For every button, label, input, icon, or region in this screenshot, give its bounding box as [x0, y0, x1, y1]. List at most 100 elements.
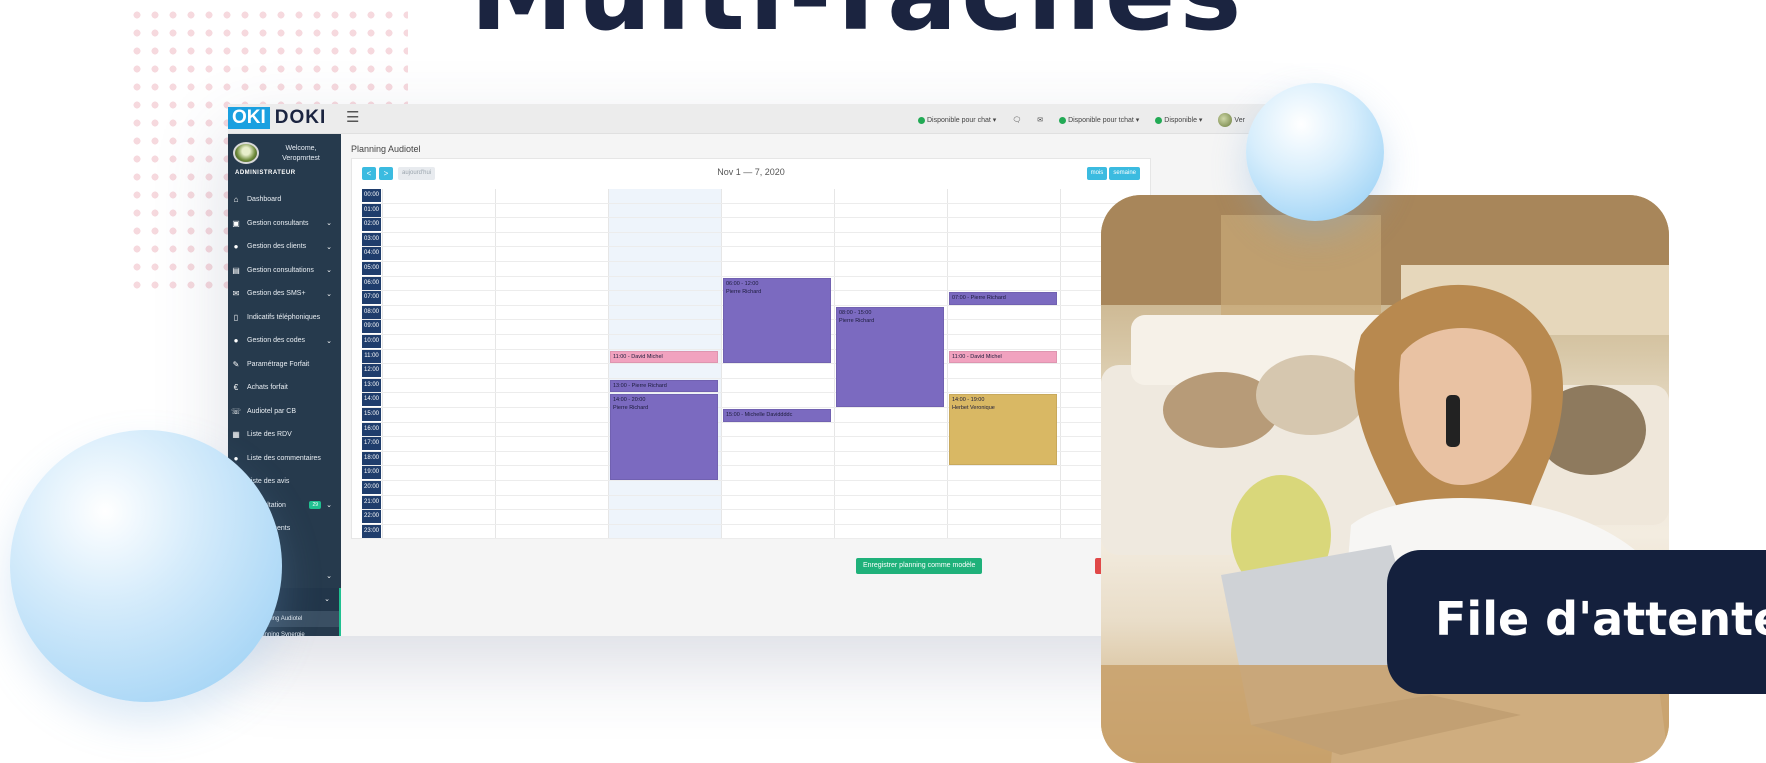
main-status-label: Disponible — [1164, 117, 1197, 124]
hour-row: 20:00 — [362, 481, 1142, 496]
calendar-event[interactable]: 08:00 - 15:00 Pierre Richard — [836, 306, 944, 407]
sidebar-item-gestion-des-clients[interactable]: ● Gestion des clients ⌄ — [228, 235, 341, 259]
logo: OKI DOKI — [228, 107, 326, 129]
online-dot-icon — [1155, 116, 1163, 124]
queue-badge-label: File d'attente — [1435, 592, 1766, 646]
hour-label: 07:00 — [362, 291, 381, 305]
event-consultant: Herbet Veronique — [952, 405, 995, 412]
hour-row: 00:00 — [362, 189, 1142, 204]
hour-label: 06:00 — [362, 276, 381, 290]
hour-label: 11:00 — [362, 349, 381, 363]
view-switcher: mois semaine — [1086, 167, 1140, 180]
user-role: ADMINISTRATEUR — [235, 170, 296, 176]
event-time: 14:00 - 20:00 — [613, 397, 646, 404]
calendar-panel: < > aujourd'hui Nov 1 — 7, 2020 mois sem… — [351, 158, 1151, 540]
calendar-event[interactable]: 14:00 - 19:00 Herbet Veronique — [949, 394, 1057, 466]
calendar-event[interactable]: 14:00 - 20:00 Pierre Richard — [610, 394, 718, 480]
hour-label: 08:00 — [362, 305, 381, 319]
sidebar-item-dashboard[interactable]: ⌂ Dashboard — [228, 188, 341, 212]
sidebar-item-label: Dashboard — [247, 196, 282, 204]
chevron-down-icon: ⌄ — [324, 596, 330, 604]
chat-status-label: Disponible pour chat — [927, 117, 991, 124]
chevron-down-icon: ⌄ — [326, 267, 332, 275]
sidebar-item-label: Gestion des clients — [247, 243, 307, 251]
queue-badge: File d'attente — [1387, 550, 1766, 694]
main-status-dropdown[interactable]: Disponible ▾ — [1155, 116, 1202, 124]
sidebar-item-label: Indicatifs téléphoniques — [247, 313, 321, 321]
chevron-down-icon: ⌄ — [326, 220, 332, 228]
calendar-icon: ▦ — [232, 430, 240, 440]
envelope-icon: ✉ — [232, 289, 240, 299]
event-time: 14:00 - 19:00 — [952, 397, 985, 404]
sidebar-item-gestion-des-codes[interactable]: ● Gestion des codes ⌄ — [228, 329, 341, 353]
event-time: 13:00 - Pierre Richard — [613, 382, 667, 389]
user-menu[interactable]: Ver — [1218, 113, 1245, 127]
sidebar-item-indicatifs-t-l-phoniques[interactable]: ▯ Indicatifs téléphoniques — [228, 306, 341, 330]
calendar-grid: 00:00 01:00 02:00 03:00 04:00 05:00 06:00 07:00… — [362, 189, 1142, 540]
hour-label: 00:00 — [362, 189, 381, 202]
home-icon: ⌂ — [233, 195, 239, 205]
date-range-title: Nov 1 — 7, 2020 — [717, 167, 785, 177]
online-dot-icon — [918, 116, 925, 124]
hour-label: 19:00 — [362, 466, 381, 480]
sidebar-item-label: Liste des commentaires — [247, 454, 321, 462]
hour-label: 15:00 — [362, 408, 381, 421]
sidebar-item-param-trage-forfait[interactable]: ✎ Paramétrage Forfait — [228, 353, 341, 377]
hour-label: 21:00 — [362, 495, 381, 509]
hour-label: 05:00 — [362, 262, 381, 275]
calendar-event[interactable]: 11:00 - David Michel — [949, 350, 1057, 364]
chevron-down-icon: ⌄ — [326, 572, 332, 580]
sidebar-item-achats-forfait[interactable]: € Achats forfait — [228, 376, 341, 400]
calendar-event[interactable]: 07:00 - Pierre Richard — [949, 292, 1057, 305]
week-view-button[interactable]: semaine — [1109, 167, 1140, 180]
sidebar-item-label: Achats forfait — [247, 384, 288, 392]
wrench-icon: ✎ — [232, 359, 240, 369]
month-view-button[interactable]: mois — [1086, 167, 1108, 180]
chat-status-dropdown[interactable]: Disponible pour chat ▾ — [918, 116, 996, 124]
welcome-text: Welcome, Veropmrtest — [271, 144, 331, 164]
sidebar-item-label: Gestion des codes — [247, 337, 305, 345]
sidebar-item-audiotel-par-cb[interactable]: ☏ Audiotel par CB — [228, 400, 341, 424]
briefcase-icon: ▣ — [232, 218, 240, 228]
calendar-event[interactable]: 15:00 - Michelle Daviddddc — [723, 409, 831, 422]
hamburger-menu-icon[interactable]: ☰ — [346, 108, 359, 126]
hour-row: 01:00 — [362, 203, 1142, 219]
sidebar-item-liste-des-rdv[interactable]: ▦ Liste des RDV — [228, 423, 341, 447]
hour-row: 05:00 — [362, 262, 1142, 277]
hour-row: 02:00 — [362, 218, 1142, 233]
event-time: 11:00 - David Michel — [613, 353, 663, 360]
hour-label: 18:00 — [362, 451, 381, 465]
chevron-down-icon: ⌄ — [326, 337, 332, 345]
sidebar-item-gestion-consultants[interactable]: ▣ Gestion consultants ⌄ — [228, 212, 341, 236]
hour-row: 12:00 — [362, 364, 1142, 379]
calendar-event[interactable]: 06:00 - 12:00 Pierre Richard — [723, 277, 831, 364]
tchat-status-label: Disponible pour tchat — [1068, 117, 1134, 124]
phone-icon: ▯ — [233, 312, 239, 322]
save-as-template-button[interactable]: Enregistrer planning comme modèle — [856, 558, 983, 574]
page-title: Planning Audiotel — [351, 144, 421, 154]
calendar-event[interactable]: 11:00 - David Michel — [610, 350, 718, 364]
calendar-event[interactable]: 13:00 - Pierre Richard — [610, 379, 718, 393]
hour-label: 01:00 — [362, 203, 381, 217]
chevron-down-icon: ⌄ — [326, 502, 332, 510]
sidebar-item-label: Gestion consultants — [247, 219, 309, 227]
decorative-bubble — [1246, 83, 1384, 221]
sidebar-item-gestion-des-sms-[interactable]: ✉ Gestion des SMS+ ⌄ — [228, 282, 341, 306]
comments-icon[interactable]: 🗨 — [1012, 116, 1021, 124]
phone-square-icon: ☏ — [231, 406, 242, 416]
event-time: 06:00 - 12:00 — [726, 280, 759, 287]
user-icon: ● — [233, 242, 239, 252]
event-consultant: Pierre Richard — [839, 317, 875, 324]
hour-label: 23:00 — [362, 524, 381, 538]
sidebar-item-liste-des-commentaires[interactable]: ● Liste des commentaires — [228, 447, 341, 471]
document-icon: ▤ — [232, 265, 240, 275]
chevron-down-icon: ⌄ — [326, 290, 332, 298]
tchat-status-dropdown[interactable]: Disponible pour tchat ▾ — [1059, 116, 1139, 124]
mail-icon[interactable]: ✉ — [1037, 116, 1043, 124]
hour-label: 14:00 — [362, 393, 381, 407]
sidebar-item-gestion-consultations[interactable]: ▤ Gestion consultations ⌄ — [228, 259, 341, 283]
welcome-block: Welcome, Veropmrtest ADMINISTRATEUR — [231, 140, 341, 180]
logo-mark: OKI — [228, 107, 270, 129]
sidebar-item-label: Audiotel par CB — [247, 407, 297, 415]
hour-row: 04:00 — [362, 247, 1142, 262]
